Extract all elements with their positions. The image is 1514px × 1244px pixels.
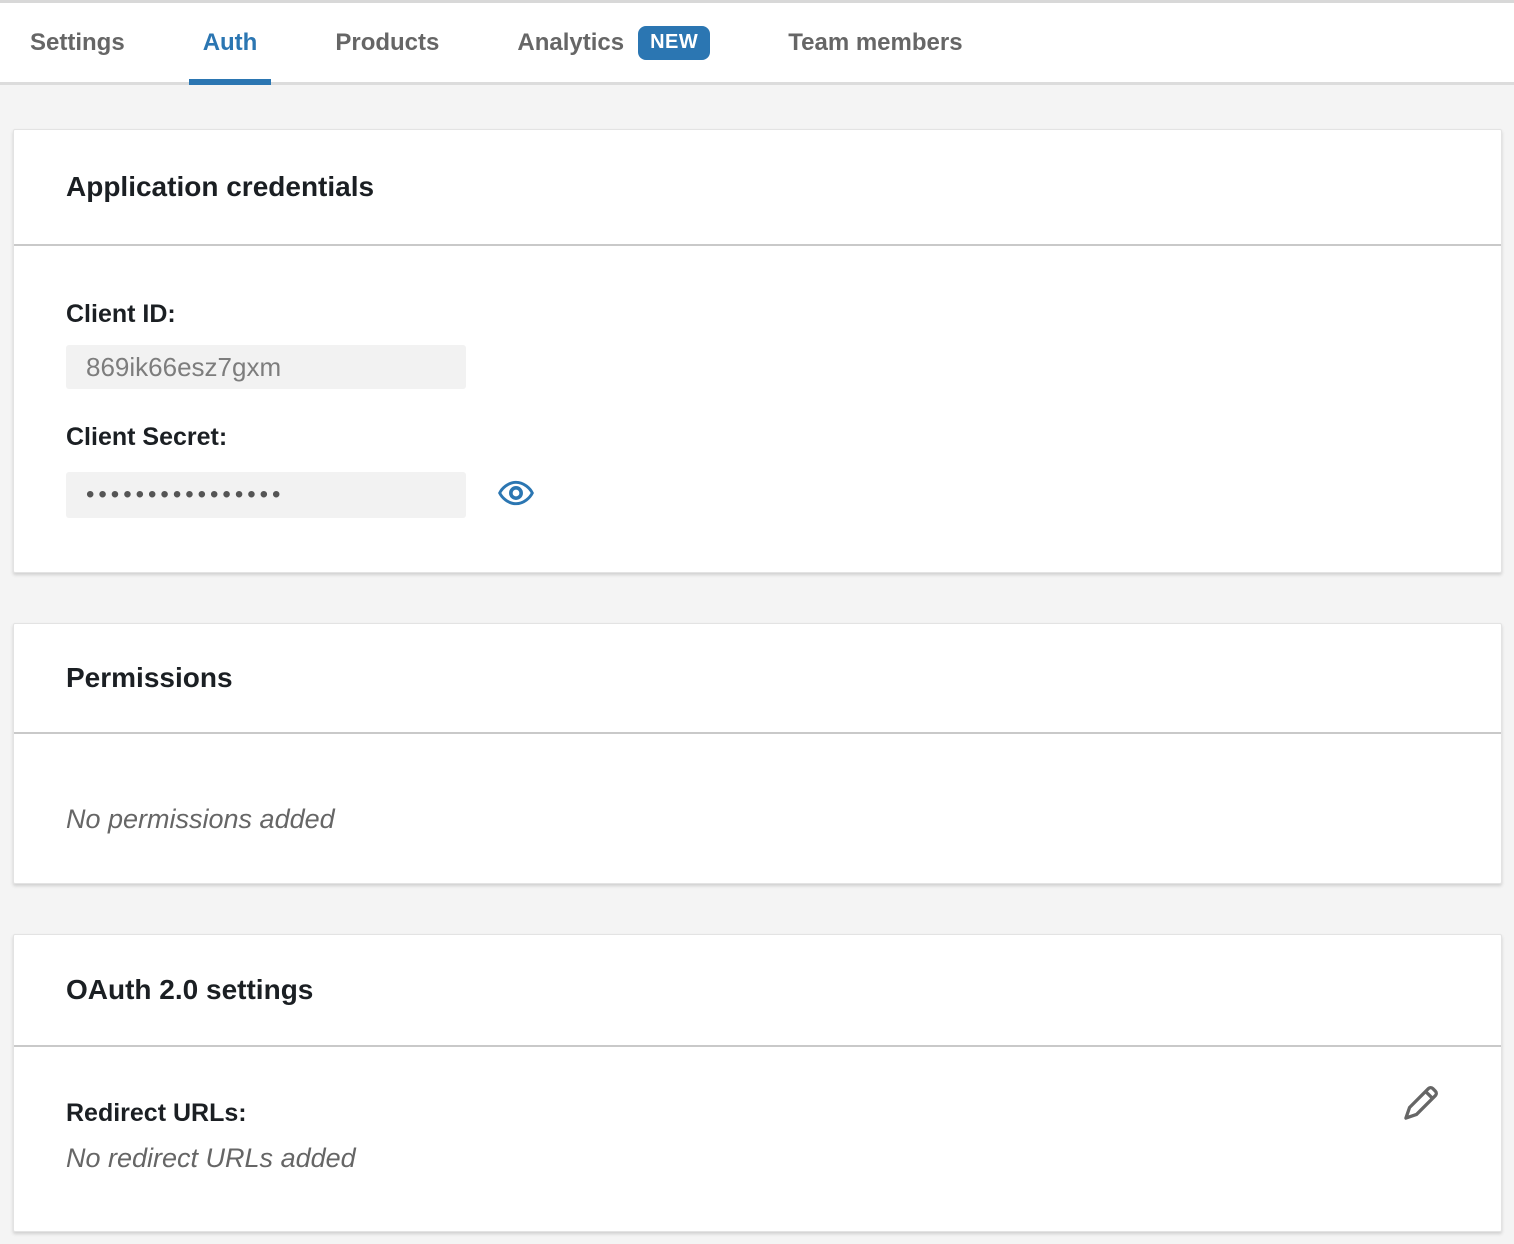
application-credentials-header: Application credentials <box>14 130 1501 246</box>
tab-analytics-label: Analytics <box>517 29 624 57</box>
tab-team-members[interactable]: Team members <box>788 3 962 82</box>
client-secret-value[interactable]: •••••••••••••••• <box>66 472 466 518</box>
client-id-value[interactable]: 869ik66esz7gxm <box>66 345 466 389</box>
tab-analytics[interactable]: Analytics NEW <box>517 3 710 82</box>
eye-icon <box>498 480 534 509</box>
tab-bar: Settings Auth Products Analytics NEW Tea… <box>0 0 1514 85</box>
permissions-header: Permissions <box>14 624 1501 734</box>
oauth-settings-body: Redirect URLs: No redirect URLs added <box>14 1047 1501 1174</box>
application-credentials-body: Client ID: 869ik66esz7gxm Client Secret:… <box>14 246 1501 518</box>
tab-auth-label: Auth <box>203 29 258 57</box>
client-secret-label: Client Secret: <box>66 423 1449 452</box>
tab-settings[interactable]: Settings <box>30 3 125 82</box>
client-secret-row: •••••••••••••••• <box>66 452 1449 518</box>
show-client-secret-button[interactable] <box>496 474 536 514</box>
new-badge: NEW <box>638 26 710 60</box>
tab-auth[interactable]: Auth <box>203 3 258 82</box>
edit-redirect-urls-button[interactable] <box>1397 1082 1443 1128</box>
oauth-settings-header: OAuth 2.0 settings <box>14 935 1501 1047</box>
application-credentials-title: Application credentials <box>66 171 374 203</box>
permissions-title: Permissions <box>66 662 233 694</box>
client-id-label: Client ID: <box>66 300 1449 329</box>
tab-settings-label: Settings <box>30 29 125 57</box>
application-credentials-card: Application credentials Client ID: 869ik… <box>13 129 1502 573</box>
permissions-body: No permissions added <box>14 734 1501 835</box>
oauth-settings-card: OAuth 2.0 settings Redirect URLs: No red… <box>13 934 1502 1232</box>
redirect-urls-label: Redirect URLs: <box>66 1099 1449 1128</box>
oauth-settings-title: OAuth 2.0 settings <box>66 974 313 1006</box>
tab-products-label: Products <box>335 29 439 57</box>
tab-products[interactable]: Products <box>335 3 439 82</box>
pencil-icon <box>1398 1082 1442 1129</box>
tab-team-members-label: Team members <box>788 29 962 57</box>
permissions-empty-text: No permissions added <box>66 804 1449 835</box>
permissions-card: Permissions No permissions added <box>13 623 1502 884</box>
redirect-urls-empty-text: No redirect URLs added <box>66 1143 1449 1174</box>
